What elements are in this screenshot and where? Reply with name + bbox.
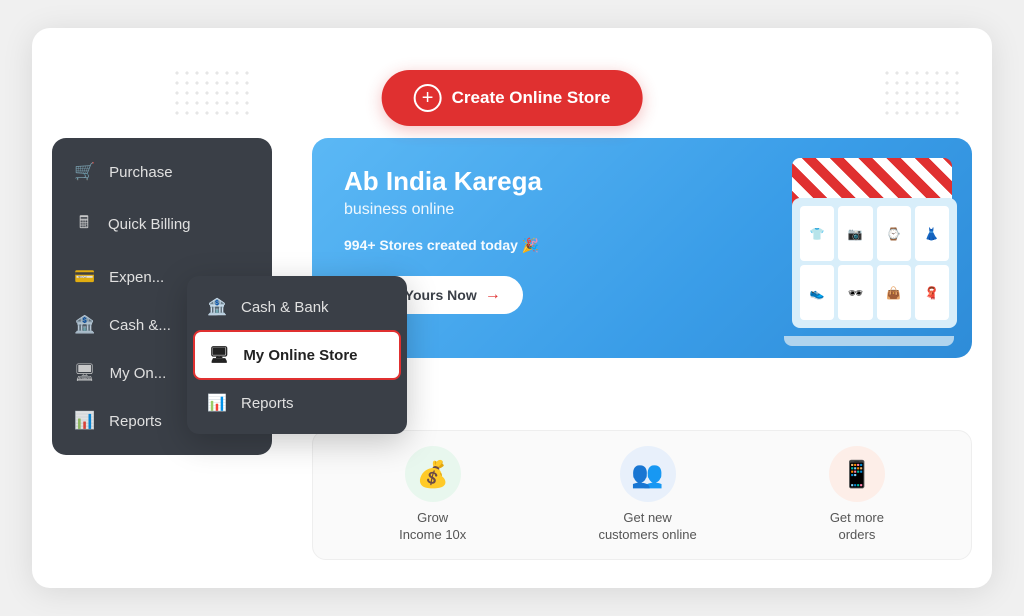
dots-decoration-left [172,68,252,118]
customers-icon: 👥 [631,459,663,490]
customers-icon-circle: 👥 [620,446,676,502]
orders-icon: 📱 [841,459,873,490]
reports-icon: 📊 [74,411,95,431]
dropdown-bank-icon: 🏦 [207,297,227,317]
orders-icon-circle: 📱 [829,446,885,502]
store-item-7: 🧣 [915,265,949,320]
dots-decoration-right [882,68,962,118]
grow-icon-circle: 💰 [405,446,461,502]
store-item-4: 👟 [800,265,834,320]
store-illustration: 👕 📷 ⌚ 👗 👟 🕶 👜 🧣 [772,138,972,358]
store-item-1: 📷 [838,206,872,261]
store-item-0: 👕 [800,206,834,261]
sidebar-item-quick-billing[interactable]: 🖩 Quick Billing [52,196,272,253]
dropdown-menu: 🏦 Cash & Bank 🖥 My Online Store 📊 Report… [187,276,407,434]
dropdown-label-my-online-store: My Online Store [243,347,357,364]
banner-stats-number: 994+ [344,237,376,253]
store-screen: 👕 📷 ⌚ 👗 👟 🕶 👜 🧣 [792,198,957,328]
create-online-store-button[interactable]: + Create Online Store [382,70,643,126]
dropdown-store-icon: 🖥 [209,345,229,365]
feature-card-customers: 👥 Get newcustomers online [598,446,696,544]
feature-label-customers: Get newcustomers online [598,510,696,544]
feature-cards: 💰 GrowIncome 10x 👥 Get newcustomers onli… [312,430,972,560]
dropdown-label-reports: Reports [241,395,294,412]
store-item-5: 🕶 [838,265,872,320]
dropdown-label-cash-bank: Cash & Bank [241,299,329,316]
dropdown-item-cash-bank[interactable]: 🏦 Cash & Bank [187,284,407,330]
arrow-icon: → [485,286,501,304]
bank-icon: 🏦 [74,315,95,335]
sidebar-label-my-online: My On... [110,365,167,382]
store-item-3: 👗 [915,206,949,261]
create-btn-label: Create Online Store [452,88,611,108]
store-item-2: ⌚ [877,206,911,261]
sidebar-label-purchase: Purchase [109,164,172,181]
main-container: + Create Online Store 🛒 Purchase 🖩 Quick… [32,28,992,588]
banner: Ab India Karega business online 994+ Sto… [312,138,972,358]
dropdown-item-reports[interactable]: 📊 Reports [187,380,407,426]
feature-card-grow: 💰 GrowIncome 10x [399,446,466,544]
feature-card-orders: 📱 Get moreorders [829,446,885,544]
dropdown-reports-icon: 📊 [207,393,227,413]
feature-label-grow: GrowIncome 10x [399,510,466,544]
cart-icon: 🛒 [74,162,95,182]
store-item-6: 👜 [877,265,911,320]
sidebar-label-quick-billing: Quick Billing [108,216,191,233]
banner-stats-text: Stores created today 🎉 [376,237,540,253]
sidebar-label-expense: Expen... [109,269,164,286]
expense-icon: 💳 [74,267,95,287]
store-icon: 🖥 [74,363,96,383]
billing-icon: 🖩 [74,210,94,239]
feature-label-orders: Get moreorders [830,510,884,544]
plus-icon: + [414,84,442,112]
sidebar-label-reports: Reports [109,413,162,430]
store-base [784,336,954,346]
dropdown-item-my-online-store[interactable]: 🖥 My Online Store [193,330,401,380]
sidebar-item-purchase[interactable]: 🛒 Purchase [52,148,272,196]
sidebar-label-cash: Cash &... [109,317,171,334]
grow-icon: 💰 [416,459,448,490]
create-btn-wrapper: + Create Online Store [382,70,643,126]
